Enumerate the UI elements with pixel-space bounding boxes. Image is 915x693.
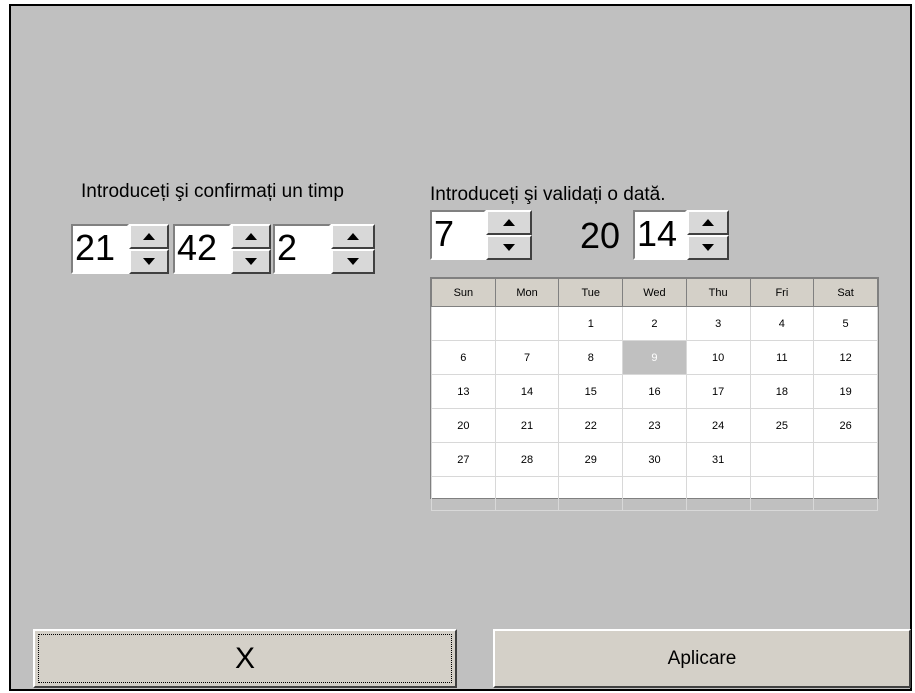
arrow-down-icon: [143, 258, 155, 265]
hours-down-button[interactable]: [129, 249, 169, 274]
calendar-empty-cell: [431, 306, 496, 341]
weekday-header: Mon: [494, 278, 560, 307]
calendar-day-cell[interactable]: 4: [749, 306, 815, 341]
calendar-day-cell[interactable]: 29: [558, 442, 624, 477]
calendar-empty-cell: [494, 306, 560, 341]
arrow-up-icon: [143, 233, 155, 240]
calendar-week-row: 20 21 22 23 24 25 26: [431, 408, 878, 443]
hours-spinner: [129, 224, 169, 274]
calendar-day-cell[interactable]: 27: [431, 442, 496, 477]
time-title: Introduceți şi confirmați un timp: [81, 181, 344, 202]
calendar-grid: Sun Mon Tue Wed Thu Fri Sat 1 2 3 4 5 6 7 8 9 10 1…: [430, 277, 879, 511]
calendar-day-cell[interactable]: 6: [431, 340, 496, 375]
calendar-day-cell[interactable]: 19: [813, 374, 878, 409]
calendar-week-row: 12345: [431, 306, 878, 341]
calendar-day-cell[interactable]: 3: [685, 306, 751, 341]
date-title: Introduceți şi validați o dată.: [430, 184, 666, 205]
calendar-empty-cell: [749, 442, 815, 477]
calendar-day-cell[interactable]: 2: [622, 306, 687, 341]
calendar-day-cell[interactable]: 26: [813, 408, 878, 443]
calendar-day-cell[interactable]: 25: [749, 408, 815, 443]
calendar-day-cell[interactable]: 12: [813, 340, 878, 375]
calendar-day-cell[interactable]: 14: [494, 374, 560, 409]
cancel-button[interactable]: X: [33, 629, 457, 688]
year-field[interactable]: 14: [633, 210, 687, 260]
minutes-up-button[interactable]: [231, 224, 271, 249]
apply-button-label: Aplicare: [667, 647, 737, 669]
calendar-table: Sun Mon Tue Wed Thu Fri Sat 1 2 3 4 5 6 7 8 9 10 1…: [431, 278, 878, 511]
month-up-button[interactable]: [486, 210, 532, 235]
calendar-empty-cell: [685, 476, 751, 511]
calendar-day-cell[interactable]: 15: [558, 374, 624, 409]
calendar-empty-cell: [558, 476, 624, 511]
weekday-header-row: Sun Mon Tue Wed Thu Fri Sat: [431, 278, 878, 307]
calendar-day-cell[interactable]: 8: [558, 340, 624, 375]
calendar-week-row: 27 28 29 30 31: [431, 442, 878, 477]
calendar-day-cell[interactable]: 23: [622, 408, 687, 443]
arrow-up-icon: [702, 219, 714, 226]
calendar-day-cell[interactable]: 11: [749, 340, 815, 375]
arrow-down-icon: [702, 244, 714, 251]
calendar-day-cell[interactable]: 31: [685, 442, 751, 477]
weekday-header: Wed: [622, 278, 687, 307]
arrow-down-icon: [503, 244, 515, 251]
calendar-day-cell[interactable]: 22: [558, 408, 624, 443]
weekday-header: Fri: [749, 278, 815, 307]
arrow-down-icon: [347, 258, 359, 265]
calendar-day-cell[interactable]: 20: [431, 408, 496, 443]
minutes-down-button[interactable]: [231, 249, 271, 274]
calendar-day-cell[interactable]: 17: [685, 374, 751, 409]
calendar-day-cell[interactable]: 24: [685, 408, 751, 443]
calendar-empty-cell: [622, 476, 687, 511]
weekday-header: Sat: [813, 278, 878, 307]
seconds-field[interactable]: 2: [273, 224, 331, 274]
year-spinner: [687, 210, 729, 260]
calendar-week-row: 6 7 8 9 10 11 12: [431, 340, 878, 375]
hours-up-button[interactable]: [129, 224, 169, 249]
calendar-empty-cell: [431, 476, 496, 511]
calendar-day-cell[interactable]: 1: [558, 306, 624, 341]
calendar-day-cell[interactable]: 18: [749, 374, 815, 409]
calendar-day-cell[interactable]: 10: [685, 340, 751, 375]
weekday-header: Tue: [558, 278, 624, 307]
year-down-button[interactable]: [687, 235, 729, 260]
year-up-button[interactable]: [687, 210, 729, 235]
cancel-button-label: X: [234, 641, 255, 675]
calendar-empty-cell: [813, 442, 878, 477]
minutes-spinner: [231, 224, 271, 274]
weekday-header: Thu: [685, 278, 751, 307]
date-time-dialog: Introduceți şi confirmați un timp 21 42 …: [9, 4, 912, 691]
weekday-header: Sun: [431, 278, 496, 307]
seconds-down-button[interactable]: [331, 249, 375, 274]
calendar-day-cell[interactable]: 13: [431, 374, 496, 409]
calendar-day-cell[interactable]: 28: [494, 442, 560, 477]
month-down-button[interactable]: [486, 235, 532, 260]
calendar-day-cell[interactable]: 21: [494, 408, 560, 443]
calendar-empty-cell: [813, 476, 878, 511]
calendar-day-cell[interactable]: 5: [813, 306, 878, 341]
hours-field[interactable]: 21: [71, 224, 129, 274]
year-prefix: 20: [580, 215, 621, 256]
arrow-up-icon: [347, 233, 359, 240]
calendar-day-cell[interactable]: 30: [622, 442, 687, 477]
seconds-up-button[interactable]: [331, 224, 375, 249]
seconds-spinner: [331, 224, 375, 274]
arrow-up-icon: [503, 219, 515, 226]
calendar-week-row: [431, 476, 878, 511]
arrow-down-icon: [245, 258, 257, 265]
arrow-up-icon: [245, 233, 257, 240]
month-spinner: [486, 210, 532, 260]
month-field[interactable]: 7: [430, 210, 486, 260]
calendar-day-cell[interactable]: 7: [494, 340, 560, 375]
calendar-empty-cell: [749, 476, 815, 511]
calendar-empty-cell: [494, 476, 560, 511]
minutes-field[interactable]: 42: [173, 224, 231, 274]
apply-button[interactable]: Aplicare: [493, 629, 911, 688]
calendar-week-row: 13 14 15 16 17 18 19: [431, 374, 878, 409]
calendar-day-cell[interactable]: 16: [622, 374, 687, 409]
calendar-day-cell[interactable]: 9: [622, 340, 687, 375]
